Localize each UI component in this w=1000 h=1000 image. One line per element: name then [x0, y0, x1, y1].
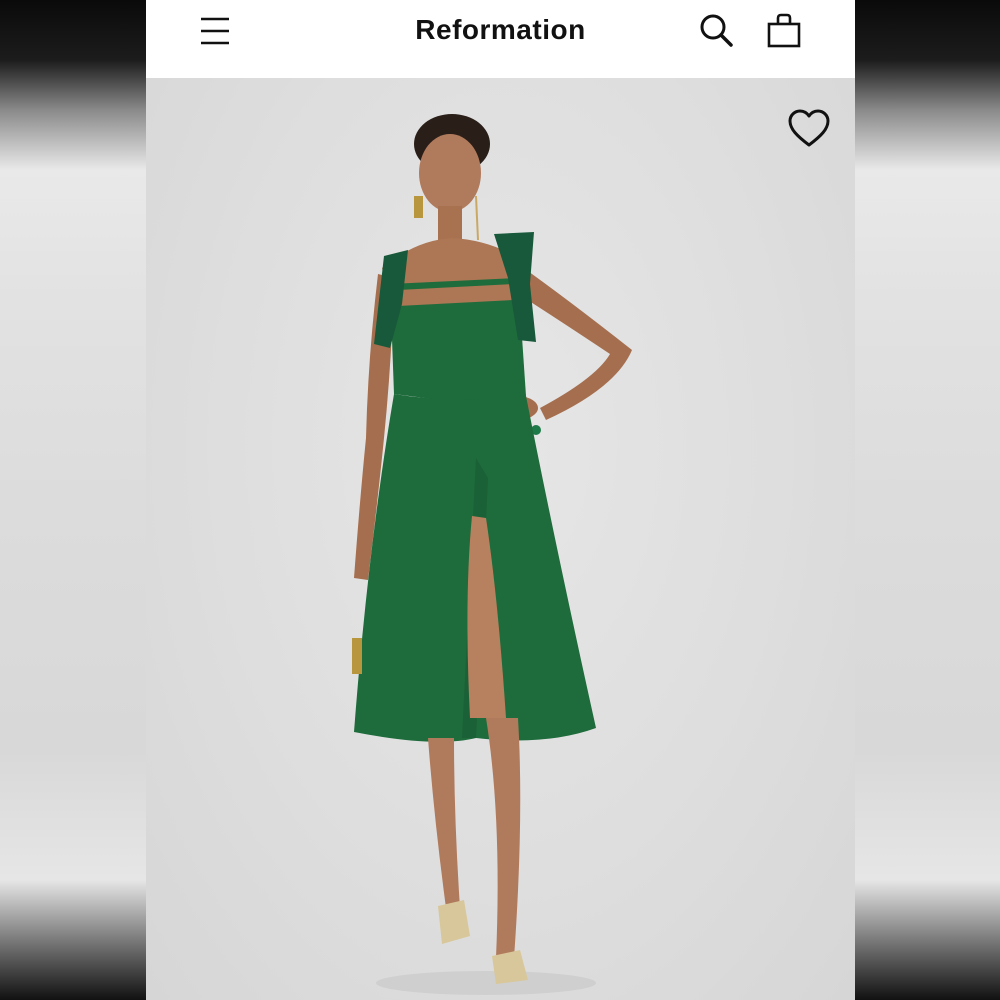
model-in-green-dress-image	[352, 114, 632, 995]
search-icon[interactable]	[698, 12, 734, 48]
right-blurred-background	[855, 0, 1000, 1000]
product-image[interactable]	[146, 78, 855, 1000]
left-blurred-background	[0, 0, 146, 1000]
shopping-bag-icon[interactable]	[766, 12, 802, 48]
heart-outline-icon[interactable]	[787, 108, 831, 148]
brand-logo[interactable]: Reformation	[146, 14, 855, 46]
top-navigation-bar: Reformation	[146, 0, 855, 78]
app-screen: Reformation	[146, 0, 855, 1000]
